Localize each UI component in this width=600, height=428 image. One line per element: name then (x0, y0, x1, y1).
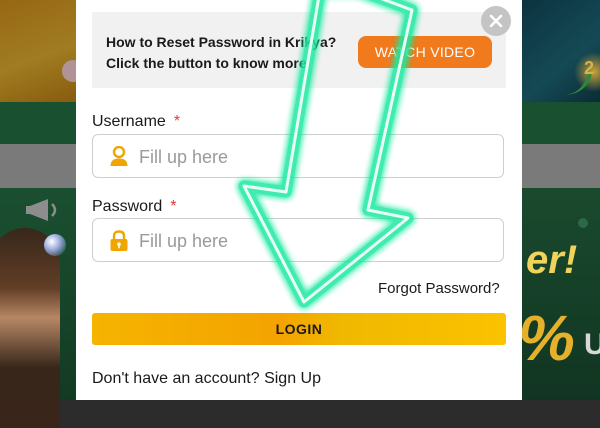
promo-right-tail: Up (584, 328, 600, 361)
watch-video-button[interactable]: WATCH VIDEO (358, 36, 492, 68)
login-modal: How to Reset Password in Krikya? Click t… (76, 0, 522, 400)
password-label-text: Password (92, 198, 163, 215)
login-button[interactable]: LOGIN (92, 313, 506, 345)
video-banner-text: How to Reset Password in Krikya? Click t… (106, 32, 336, 74)
promo-banner-left (0, 188, 76, 428)
promo-person-image (0, 228, 60, 428)
reset-video-banner: How to Reset Password in Krikya? Click t… (92, 12, 506, 88)
signup-prompt-text: Don't have an account? (92, 370, 260, 387)
sign-up-link[interactable]: Sign Up (264, 370, 321, 387)
nav-band-right (522, 102, 600, 144)
nav-band-left (0, 102, 76, 144)
username-label-text: Username (92, 113, 166, 130)
username-input[interactable] (137, 135, 491, 179)
promo-banner-top-left (0, 0, 84, 102)
menu-band-left (0, 144, 76, 188)
promo-top-right-text: 2 (584, 58, 595, 78)
video-banner-line2: Click the button to know more (106, 55, 307, 71)
password-input[interactable] (137, 219, 491, 263)
promo-banner-right: er! % Up (518, 188, 600, 400)
bubble-decoration (44, 234, 66, 256)
required-mark: * (173, 113, 181, 130)
password-label: Password * (92, 198, 176, 216)
lock-icon (109, 230, 129, 252)
megaphone-icon (26, 196, 66, 226)
username-field[interactable] (92, 134, 504, 179)
user-icon (109, 145, 129, 168)
close-icon (489, 14, 503, 28)
video-banner-line1: How to Reset Password in Krikya? (106, 34, 337, 50)
signup-prompt: Don't have an account? Sign Up (92, 370, 321, 388)
promo-right-text: er! (526, 238, 578, 282)
username-label: Username * (92, 113, 180, 131)
close-button[interactable] (481, 6, 511, 36)
menu-band-right (522, 144, 600, 188)
promo-right-percent: % (518, 302, 575, 374)
required-mark: * (170, 198, 177, 215)
promo-banner-top-right: 2 (522, 0, 600, 102)
forgot-password-link[interactable]: Forgot Password? (378, 280, 500, 297)
password-field[interactable] (92, 218, 504, 263)
